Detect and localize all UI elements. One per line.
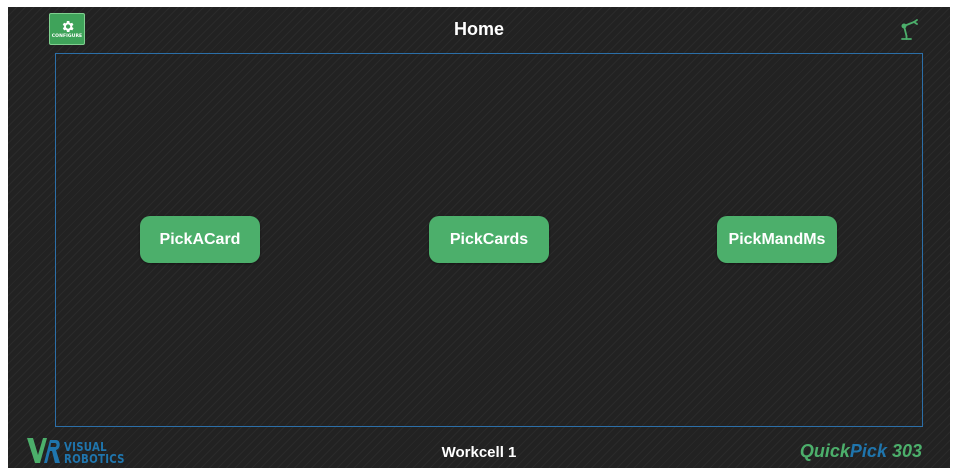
page-title: Home <box>453 19 504 39</box>
product-name-quick: Quick <box>799 441 850 461</box>
job-button-pickcards[interactable]: PickCards <box>429 216 549 263</box>
product-name-pick: Pick <box>849 441 887 461</box>
app-window: CONFIGURE Home PickACard PickCards PickM… <box>8 7 950 468</box>
product-name-number: 303 <box>886 441 922 461</box>
product-name: QuickPick 303 <box>800 441 922 462</box>
job-button-pickacard[interactable]: PickACard <box>140 216 260 263</box>
robot-arm-icon[interactable] <box>898 17 922 41</box>
job-button-pickmandms[interactable]: PickMandMs <box>717 216 837 263</box>
